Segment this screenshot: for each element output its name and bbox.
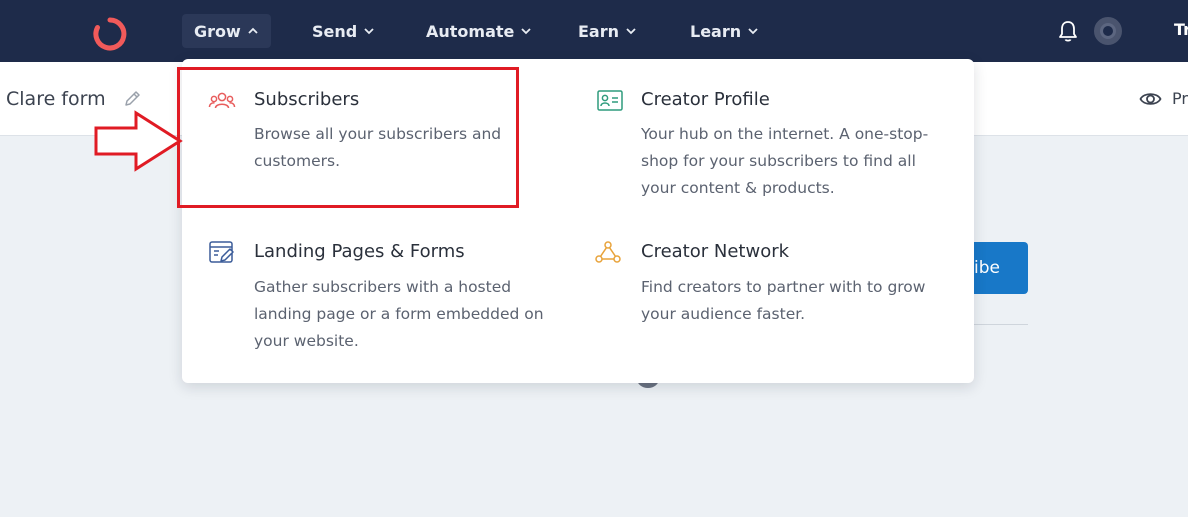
notification-bell-icon[interactable] [1057,19,1079,43]
annotation-arrow-icon [94,110,183,172]
nav-earn[interactable]: Earn [566,14,649,48]
pencil-edit-icon[interactable] [122,89,142,109]
subscribe-button-label: ibe [974,258,1000,278]
form-title: Clare form [6,88,106,110]
nav-automate[interactable]: Automate [414,14,544,48]
chevron-down-icon [748,28,758,35]
nav-grow-label: Grow [194,21,241,41]
menu-item-title: Landing Pages & Forms [254,241,465,262]
chevron-down-icon [364,28,374,35]
nav-send[interactable]: Send [300,14,387,48]
menu-item-creator-network[interactable]: Creator Network Find creators to partner… [578,219,974,383]
menu-item-landing-pages-forms[interactable]: Landing Pages & Forms Gather subscribers… [182,219,578,383]
chevron-up-icon [248,27,258,34]
avatar[interactable] [1094,17,1122,45]
network-icon [595,241,621,263]
nav-send-label: Send [312,21,358,41]
nav-grow[interactable]: Grow [182,14,271,48]
account-name-truncated[interactable]: Tr [1174,20,1188,39]
top-navigation-bar: Grow Send Automate Earn Learn Tr [0,0,1188,62]
profile-card-icon [597,90,623,111]
eye-preview-icon[interactable] [1139,89,1162,109]
landing-page-icon [209,241,234,263]
chevron-down-icon [626,28,636,35]
menu-item-creator-profile[interactable]: Creator Profile Your hub on the internet… [578,59,974,219]
nav-learn-label: Learn [690,21,742,41]
menu-item-title: Creator Network [641,241,790,262]
menu-item-description: Your hub on the internet. A one-stop-sho… [641,125,929,197]
chevron-down-icon [521,28,532,35]
annotation-highlight-box [177,67,519,208]
menu-item-title: Creator Profile [641,89,770,110]
logo-icon[interactable] [92,16,128,52]
preview-label-truncated[interactable]: Pr [1172,89,1188,108]
nav-earn-label: Earn [578,21,620,41]
nav-learn[interactable]: Learn [678,14,771,48]
menu-item-description: Gather subscribers with a hosted landing… [254,278,544,350]
nav-automate-label: Automate [426,21,515,41]
menu-item-description: Find creators to partner with to grow yo… [641,278,926,323]
